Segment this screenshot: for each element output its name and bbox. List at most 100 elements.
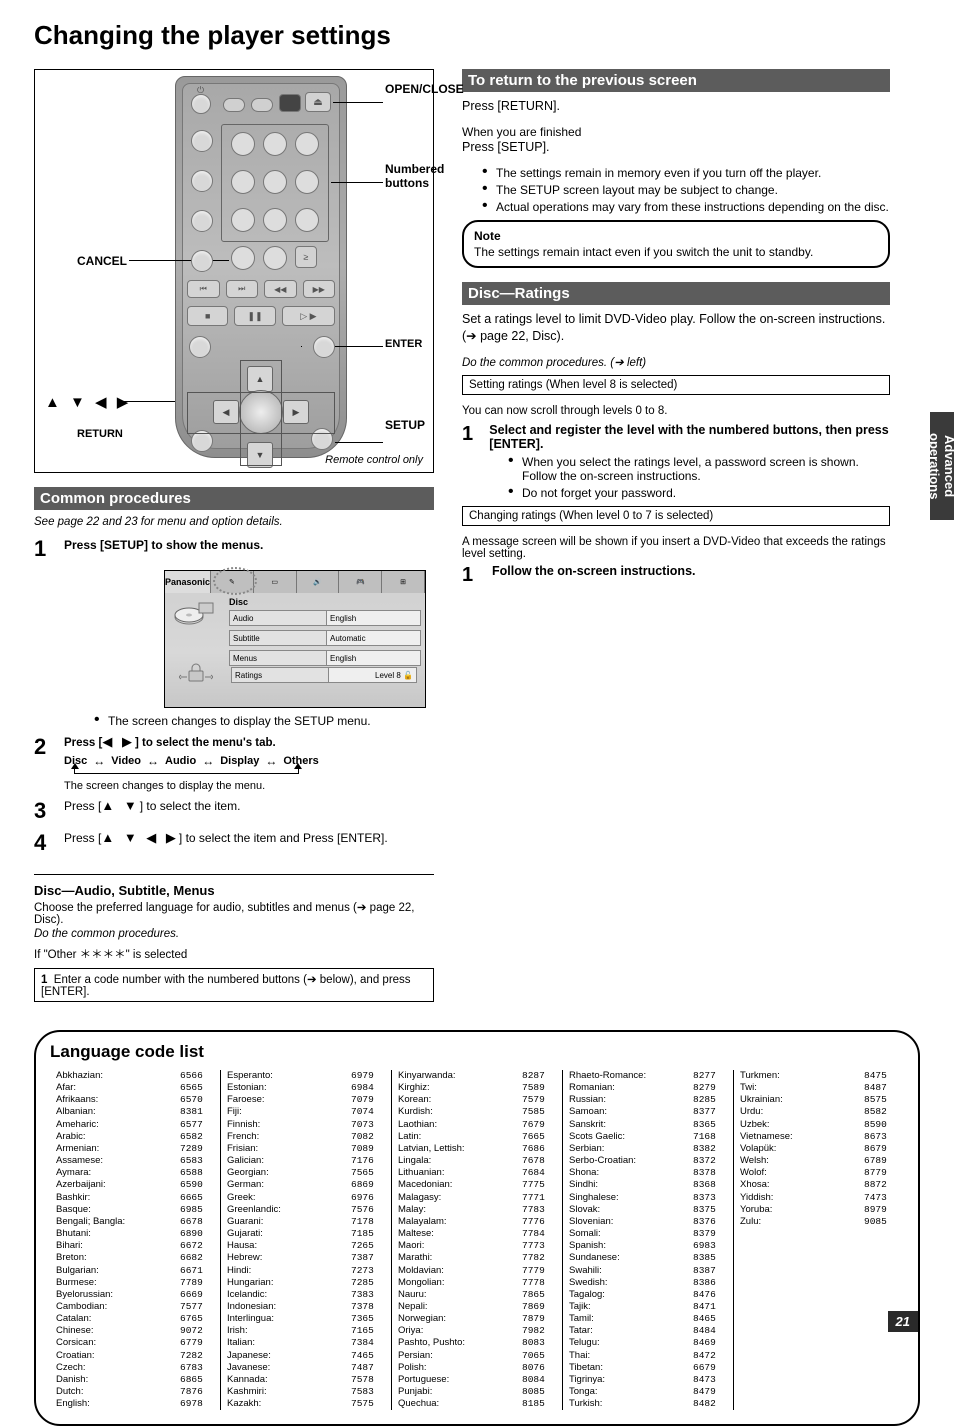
- lang-code: 7589: [522, 1082, 556, 1094]
- stop-button[interactable]: ■: [187, 306, 228, 326]
- small-btn-1[interactable]: [191, 130, 213, 152]
- pause-button[interactable]: ❚❚: [234, 306, 275, 326]
- lang-code: 8279: [693, 1082, 727, 1094]
- lang-name: Breton:: [56, 1252, 180, 1264]
- lang-row: Catalan:6765: [56, 1313, 214, 1325]
- lang-code: 7285: [351, 1277, 385, 1289]
- lang-name: Czech:: [56, 1362, 180, 1374]
- lang-code: 7387: [351, 1252, 385, 1264]
- power-button[interactable]: ⏻: [191, 94, 211, 114]
- play-button[interactable]: ▷ ▶: [282, 306, 335, 326]
- num-1[interactable]: [231, 132, 255, 156]
- lang-name: Ukrainian:: [740, 1094, 864, 1106]
- small-btn-4[interactable]: [191, 250, 213, 272]
- disc-icon: [171, 597, 217, 631]
- lang-code: 7782: [522, 1252, 556, 1264]
- lang-row: Faroese:7079: [227, 1094, 385, 1106]
- step2-arrows: ◀ ▶: [102, 734, 135, 749]
- top-rect-dark[interactable]: [279, 94, 301, 112]
- num-2[interactable]: [263, 132, 287, 156]
- lang-code: 6577: [180, 1119, 214, 1131]
- osd-row-audio[interactable]: AudioEnglish: [229, 610, 421, 626]
- lang-name: Latin:: [398, 1131, 522, 1143]
- ratings-scroll: You can now scroll through levels 0 to 8…: [462, 405, 890, 417]
- osd-tab-audio[interactable]: 🔊: [297, 571, 340, 593]
- row3-btn-2[interactable]: [313, 336, 335, 358]
- lang-row: Dutch:7876: [56, 1386, 214, 1398]
- osd-row-subtitle[interactable]: SubtitleAutomatic: [229, 630, 421, 646]
- num-8[interactable]: [263, 208, 287, 232]
- num-6[interactable]: [295, 170, 319, 194]
- lang-code: 7465: [351, 1350, 385, 1362]
- osd-heading: Disc: [229, 597, 421, 607]
- bullet-setup-note: The screen changes to display the SETUP …: [94, 714, 434, 728]
- ffwd-button[interactable]: ▶▶: [303, 280, 336, 298]
- skip-back-button[interactable]: ⏮: [187, 280, 220, 298]
- lang-row: Sundanese:8385: [569, 1252, 727, 1264]
- osd-tab-display[interactable]: 🎮: [339, 571, 382, 593]
- osd-tab-others[interactable]: ⊞: [382, 571, 425, 593]
- top-pill-2[interactable]: [251, 98, 273, 112]
- num-0[interactable]: [263, 246, 287, 270]
- small-btn-3[interactable]: [191, 210, 213, 232]
- lang-name: Malay:: [398, 1204, 522, 1216]
- lang-row: Afar:6565: [56, 1082, 214, 1094]
- lang-row: Spanish:6983: [569, 1240, 727, 1252]
- num-7[interactable]: [231, 208, 255, 232]
- lang-row: Galician:7176: [227, 1155, 385, 1167]
- lang-row: Macedonian:7775: [398, 1179, 556, 1191]
- eject-button[interactable]: ⏏: [305, 92, 331, 112]
- lang-code: 8381: [180, 1106, 214, 1118]
- small-btn-2[interactable]: [191, 170, 213, 192]
- return-bar: To return to the previous screen: [462, 69, 890, 92]
- other-enter-box: 1 Enter a code number with the numbered …: [34, 968, 434, 1002]
- num-3[interactable]: [295, 132, 319, 156]
- lang-row: Aymara:6588: [56, 1167, 214, 1179]
- num-10[interactable]: [231, 246, 255, 270]
- lang-code: 7575: [351, 1398, 385, 1410]
- lang-row: Georgian:7565: [227, 1167, 385, 1179]
- top-pill-1[interactable]: [223, 98, 245, 112]
- h-button[interactable]: ≥: [295, 246, 317, 268]
- num-9[interactable]: [295, 208, 319, 232]
- lang-row: Greek:6976: [227, 1192, 385, 1204]
- osd-tab-video[interactable]: ▭: [254, 571, 297, 593]
- lang-row: Arabic:6582: [56, 1131, 214, 1143]
- lang-row: Sanskrit:8365: [569, 1119, 727, 1131]
- lang-name: Marathi:: [398, 1252, 522, 1264]
- lang-col-3: Rhaeto-Romance:8277Romanian:8279Russian:…: [563, 1070, 734, 1410]
- lang-code: 7779: [522, 1265, 556, 1277]
- lang-code: 6789: [864, 1155, 898, 1167]
- lang-code: 6583: [180, 1155, 214, 1167]
- lang-name: Scots Gaelic:: [569, 1131, 693, 1143]
- lang-row: Russian:8285: [569, 1094, 727, 1106]
- lang-row: Zulu:9085: [740, 1216, 898, 1228]
- lang-name: Fiji:: [227, 1106, 351, 1118]
- lang-row: Estonian:6984: [227, 1082, 385, 1094]
- dpad-highlight-horizontal: [187, 392, 335, 434]
- num-4[interactable]: [231, 170, 255, 194]
- lang-row: Kazakh:7575: [227, 1398, 385, 1410]
- lang-name: Serbo-Croatian:: [569, 1155, 693, 1167]
- osd-row-menus[interactable]: MenusEnglish: [229, 650, 421, 666]
- lang-row: Tajik:8471: [569, 1301, 727, 1313]
- lang-name: Aymara:: [56, 1167, 180, 1179]
- osd-row-ratings[interactable]: Ratings Level 8 🔓: [231, 667, 417, 683]
- step-4-number: 4: [34, 830, 56, 856]
- lang-row: Hindi:7273: [227, 1265, 385, 1277]
- lang-row: Tibetan:6679: [569, 1362, 727, 1374]
- side-tab: Advanced operations: [930, 412, 954, 520]
- lang-row: Albanian:8381: [56, 1106, 214, 1118]
- return-bullet-2: The SETUP screen layout may be subject t…: [482, 183, 890, 197]
- lang-name: Romanian:: [569, 1082, 693, 1094]
- num-5[interactable]: [263, 170, 287, 194]
- lang-code: 8285: [693, 1094, 727, 1106]
- rewind-button[interactable]: ◀◀: [264, 280, 297, 298]
- row3-btn-1[interactable]: [189, 336, 211, 358]
- lang-row: Slovak:8375: [569, 1204, 727, 1216]
- lang-code: 8386: [693, 1277, 727, 1289]
- lang-name: Croatian:: [56, 1350, 180, 1362]
- skip-fwd-button[interactable]: ⏭: [226, 280, 259, 298]
- lang-row: Basque:6985: [56, 1204, 214, 1216]
- disc-ital-common: Do the common procedures.: [34, 928, 434, 940]
